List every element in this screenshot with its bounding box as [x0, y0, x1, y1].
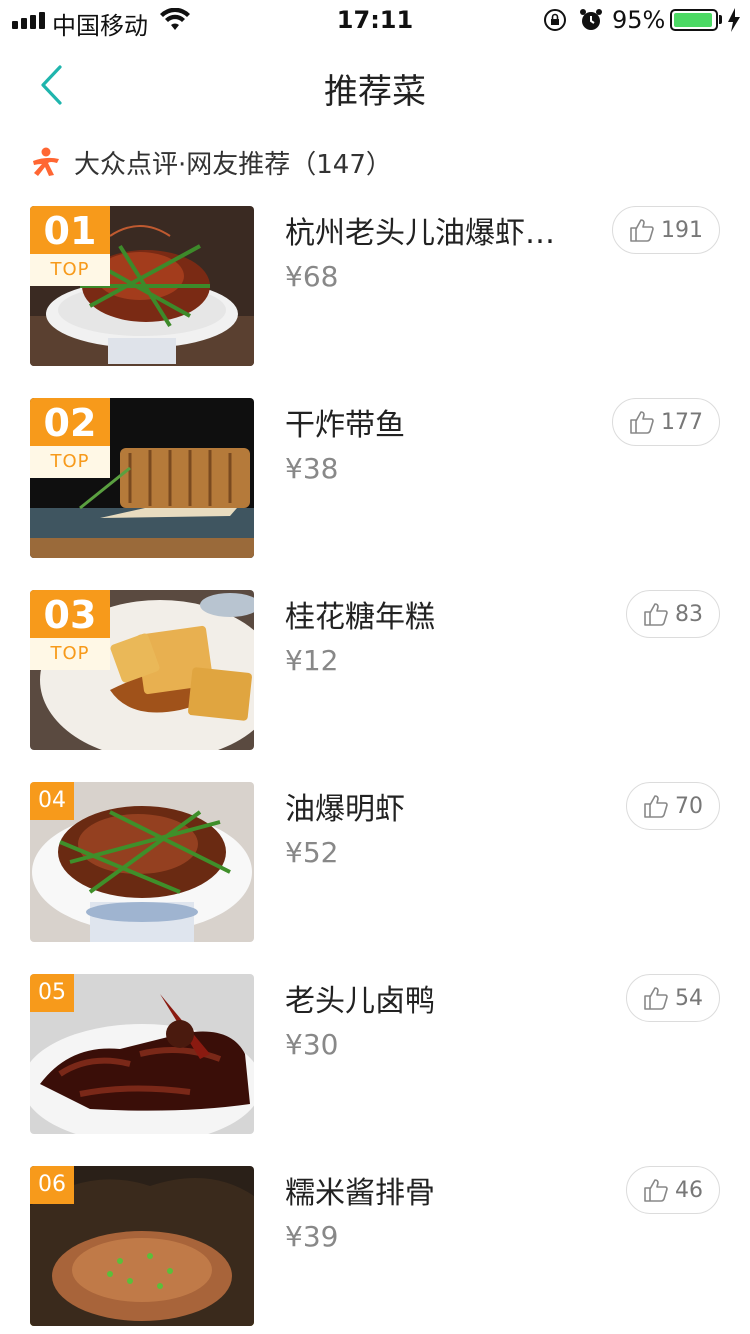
dianping-logo-icon	[33, 147, 59, 176]
alarm-icon	[580, 9, 602, 30]
rank-number: 03	[30, 590, 110, 638]
dish-name[interactable]: 油爆明虾	[285, 784, 585, 828]
like-button[interactable]: 83	[626, 590, 720, 638]
dish-name[interactable]: 杭州老头儿油爆虾…	[285, 208, 585, 252]
thumbs-up-icon	[644, 603, 668, 626]
dish-name[interactable]: 干炸带鱼	[285, 400, 585, 444]
rank-badge: 05	[30, 974, 74, 1012]
status-bar: 中国移动 17:11 95%	[0, 0, 750, 40]
charging-bolt-icon	[728, 8, 740, 32]
dish-item[interactable]: 06 糯米酱排骨 ¥39 46	[0, 1166, 750, 1326]
rank-number: 02	[30, 398, 110, 446]
like-count: 46	[675, 1177, 703, 1203]
dish-item[interactable]: 05 老头儿卤鸭 ¥30 54	[0, 974, 750, 1134]
source-header: 大众点评·网友推荐（147）	[30, 140, 392, 184]
dish-photo[interactable]: 02 TOP	[30, 398, 254, 558]
battery-tip	[719, 15, 722, 24]
dish-name[interactable]: 桂花糖年糕	[285, 592, 585, 636]
dish-item[interactable]: 03 TOP 桂花糖年糕 ¥12 83	[0, 590, 750, 750]
dish-name[interactable]: 糯米酱排骨	[285, 1168, 585, 1212]
thumbs-up-icon	[644, 795, 668, 818]
like-count: 177	[661, 409, 703, 435]
like-count: 83	[675, 601, 703, 627]
rank-badge: 04	[30, 782, 74, 820]
like-button[interactable]: 177	[612, 398, 720, 446]
rank-number: 01	[30, 206, 110, 254]
thumbs-up-icon	[630, 219, 654, 242]
dish-item[interactable]: 02 TOP 干炸带鱼 ¥38 177	[0, 398, 750, 558]
rank-top-label: TOP	[30, 446, 110, 478]
like-button[interactable]: 191	[612, 206, 720, 254]
like-count: 191	[661, 217, 703, 243]
rank-badge: 06	[30, 1166, 74, 1204]
rotation-lock-icon	[544, 9, 566, 31]
like-button[interactable]: 46	[626, 1166, 720, 1214]
battery-icon	[670, 9, 718, 31]
dish-item[interactable]: 01 TOP 杭州老头儿油爆虾… ¥68 191	[0, 206, 750, 366]
dish-price: ¥30	[285, 1028, 339, 1061]
dish-price: ¥52	[285, 836, 339, 869]
rank-badge: 02 TOP	[30, 398, 110, 478]
rank-top-label: TOP	[30, 254, 110, 286]
dish-price: ¥12	[285, 644, 339, 677]
like-count: 54	[675, 985, 703, 1011]
dish-price: ¥38	[285, 452, 339, 485]
navigation-bar: 推荐菜	[0, 40, 750, 130]
dish-photo[interactable]: 04	[30, 782, 254, 942]
source-label: 大众点评·网友推荐（147）	[74, 149, 392, 180]
battery-percent: 95%	[612, 6, 666, 34]
page-title: 推荐菜	[324, 72, 426, 112]
dish-photo[interactable]: 03 TOP	[30, 590, 254, 750]
dish-item[interactable]: 04 油爆明虾 ¥52 70	[0, 782, 750, 942]
dish-price: ¥39	[285, 1220, 339, 1253]
like-button[interactable]: 70	[626, 782, 720, 830]
dish-price: ¥68	[285, 260, 339, 293]
dish-name[interactable]: 老头儿卤鸭	[285, 976, 585, 1020]
dish-photo[interactable]: 01 TOP	[30, 206, 254, 366]
like-count: 70	[675, 793, 703, 819]
thumbs-up-icon	[644, 987, 668, 1010]
battery-fill	[674, 13, 712, 27]
like-button[interactable]: 54	[626, 974, 720, 1022]
rank-top-label: TOP	[30, 638, 110, 670]
thumbs-up-icon	[644, 1179, 668, 1202]
rank-badge: 01 TOP	[30, 206, 110, 286]
rank-badge: 03 TOP	[30, 590, 110, 670]
thumbs-up-icon	[630, 411, 654, 434]
dish-photo[interactable]: 05	[30, 974, 254, 1134]
dish-photo[interactable]: 06	[30, 1166, 254, 1326]
